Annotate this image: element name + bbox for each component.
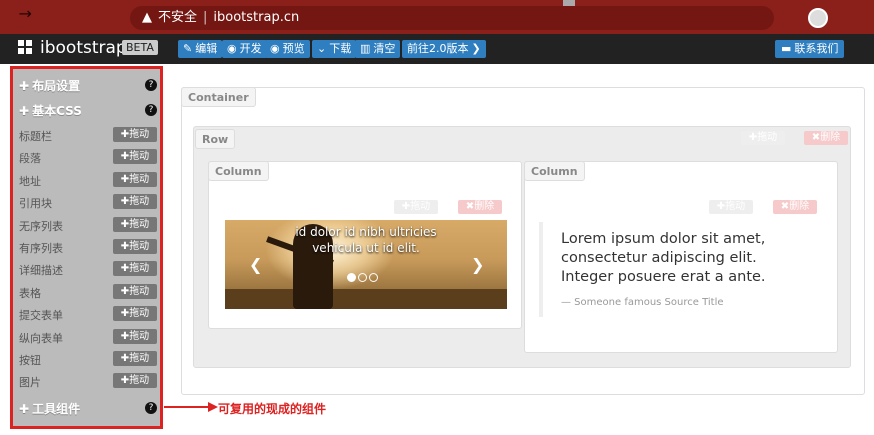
drag-handle[interactable]: ✚拖动 bbox=[113, 373, 157, 388]
drag-handle[interactable]: ✚拖动 bbox=[113, 194, 157, 209]
edit-icon: ✎ bbox=[183, 42, 193, 55]
comment-icon: ▬ bbox=[781, 42, 792, 55]
carousel-caption-line2: vehicula ut id elit. bbox=[312, 241, 420, 255]
chevron-left-icon[interactable]: ❮ bbox=[249, 256, 262, 274]
container-label: Container bbox=[181, 87, 256, 107]
carousel-dot[interactable] bbox=[358, 273, 367, 282]
help-icon[interactable]: ? bbox=[145, 104, 157, 116]
sidebar-item: 表格 bbox=[19, 287, 41, 300]
drag-handle[interactable]: ✚拖动 bbox=[113, 329, 157, 344]
develop-button[interactable]: ◉ 开发 bbox=[222, 40, 267, 58]
beta-badge: BETA bbox=[122, 40, 158, 55]
section-layout[interactable]: ✚ 布局设置 bbox=[19, 78, 80, 94]
url-separator: | bbox=[203, 10, 208, 25]
section-basic-css[interactable]: ✚ 基本CSS bbox=[19, 103, 82, 119]
chevron-right-icon: ❯ bbox=[471, 42, 481, 55]
edit-button[interactable]: ✎ 编辑 bbox=[178, 40, 223, 58]
goto-v2-label: 前往2.0版本 bbox=[407, 42, 469, 55]
delete-button[interactable]: ✖删除 bbox=[773, 200, 817, 214]
drag-handle[interactable]: ✚拖动 bbox=[113, 284, 157, 299]
blockquote: Lorem ipsum dolor sit amet, consectetur … bbox=[539, 222, 809, 317]
annotation-label: 可复用的现成的组件 bbox=[218, 402, 327, 416]
column-label: Column bbox=[524, 161, 585, 181]
drag-button[interactable]: ✚拖动 bbox=[394, 200, 438, 214]
section-basic-css-label: 基本CSS bbox=[32, 104, 82, 118]
carousel-image-ground bbox=[225, 289, 507, 309]
drag-handle[interactable]: ✚拖动 bbox=[113, 306, 157, 321]
sidebar-item: 引用块 bbox=[19, 197, 52, 210]
drag-button[interactable]: ✚拖动 bbox=[741, 131, 785, 145]
help-icon[interactable]: ? bbox=[145, 402, 157, 414]
drag-handle[interactable]: ✚拖动 bbox=[113, 261, 157, 276]
carousel-dot[interactable] bbox=[369, 273, 378, 282]
sidebar-item: 图片 bbox=[19, 376, 41, 389]
drag-handle[interactable]: ✚拖动 bbox=[113, 239, 157, 254]
trash-icon: ▥ bbox=[360, 42, 371, 55]
edit-label: 编辑 bbox=[195, 42, 218, 55]
annotation-arrowhead bbox=[208, 402, 218, 412]
grid-icon bbox=[18, 40, 32, 54]
address-bar[interactable]: ▲ 不安全 | ibootstrap.cn bbox=[130, 6, 774, 30]
sidebar-item: 有序列表 bbox=[19, 242, 63, 255]
carousel-dot[interactable] bbox=[347, 273, 356, 282]
preview-label: 预览 bbox=[282, 42, 305, 55]
delete-button[interactable]: ✖删除 bbox=[804, 131, 848, 145]
contact-label: 联系我们 bbox=[794, 42, 839, 55]
sidebar-item: 提交表单 bbox=[19, 309, 63, 322]
section-tools-label: 工具组件 bbox=[32, 402, 81, 416]
carousel-caption-line1: id dolor id nibh ultricies bbox=[295, 225, 437, 239]
sidebar-item: 详细描述 bbox=[19, 264, 63, 277]
section-layout-label: 布局设置 bbox=[32, 79, 81, 93]
goto-v2-button[interactable]: 前往2.0版本 ❯ bbox=[402, 40, 486, 58]
row-label: Row bbox=[195, 129, 236, 149]
brand-name[interactable]: ibootstrap bbox=[40, 37, 127, 59]
download-icon: ⌄ bbox=[317, 42, 327, 55]
contact-button[interactable]: ▬ 联系我们 bbox=[775, 40, 845, 58]
clear-button[interactable]: ▥ 清空 bbox=[355, 40, 401, 58]
drag-handle[interactable]: ✚拖动 bbox=[113, 149, 157, 164]
url-text: ibootstrap.cn bbox=[213, 10, 300, 25]
preview-button[interactable]: ◉ 预览 bbox=[265, 40, 310, 58]
security-label: 不安全 bbox=[158, 10, 198, 25]
carousel-caption: id dolor id nibh ultricies vehicula ut i… bbox=[225, 224, 507, 256]
quote-text: Lorem ipsum dolor sit amet, consectetur … bbox=[561, 231, 766, 285]
carousel-indicators bbox=[347, 267, 380, 286]
avatar-icon[interactable] bbox=[808, 8, 828, 28]
chevron-right-icon[interactable]: ❯ bbox=[471, 256, 484, 274]
sidebar-item: 地址 bbox=[19, 175, 41, 188]
sidebar-item: 段落 bbox=[19, 152, 41, 165]
section-tools[interactable]: ✚ 工具组件 bbox=[19, 401, 80, 417]
eye-icon: ◉ bbox=[227, 42, 237, 55]
help-icon[interactable]: ? bbox=[145, 79, 157, 91]
plus-icon: ✚ bbox=[19, 79, 30, 93]
annotation-arrow bbox=[164, 406, 212, 408]
sidebar-item: 纵向表单 bbox=[19, 332, 63, 345]
drag-handle[interactable]: ✚拖动 bbox=[113, 351, 157, 366]
download-button[interactable]: ⌄ 下载 bbox=[312, 40, 357, 58]
eye-icon: ◉ bbox=[270, 42, 280, 55]
plus-icon: ✚ bbox=[19, 104, 30, 118]
image-carousel[interactable]: id dolor id nibh ultricies vehicula ut i… bbox=[225, 220, 507, 309]
component-sidebar: ✚ 布局设置 ? ✚ 基本CSS ? 标题栏 ✚拖动 段落 ✚拖动 地址 ✚拖动 引… bbox=[10, 66, 163, 429]
help-icon[interactable]: ? bbox=[145, 426, 157, 429]
quote-source: — Someone famous Source Title bbox=[561, 297, 724, 308]
drag-handle[interactable]: ✚拖动 bbox=[113, 172, 157, 187]
forward-button[interactable]: → bbox=[19, 4, 32, 23]
delete-button[interactable]: ✖删除 bbox=[458, 200, 502, 214]
plus-icon: ✚ bbox=[19, 402, 30, 416]
sidebar-item: 无序列表 bbox=[19, 220, 63, 233]
sidebar-item: 按钮 bbox=[19, 354, 41, 367]
warning-icon: ▲ bbox=[142, 10, 152, 25]
develop-label: 开发 bbox=[239, 42, 262, 55]
download-label: 下载 bbox=[329, 42, 352, 55]
clear-label: 清空 bbox=[373, 42, 396, 55]
drag-button[interactable]: ✚拖动 bbox=[709, 200, 753, 214]
sidebar-item: 标题栏 bbox=[19, 130, 52, 143]
drag-handle[interactable]: ✚拖动 bbox=[113, 127, 157, 142]
column-label: Column bbox=[208, 161, 269, 181]
drag-handle[interactable]: ✚拖动 bbox=[113, 217, 157, 232]
